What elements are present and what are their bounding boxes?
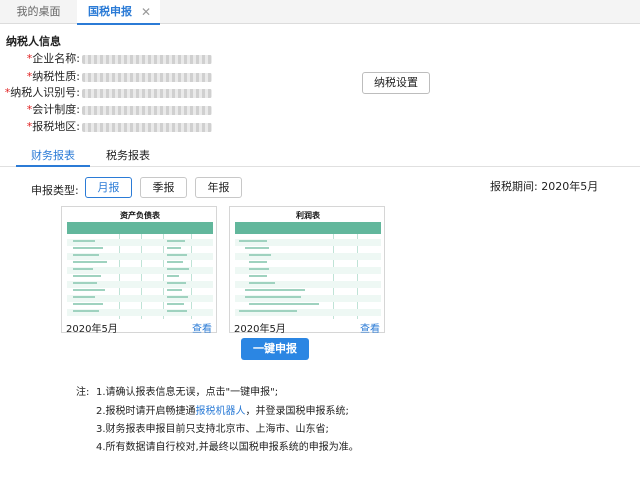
filing-type-label: 申报类型: [31,184,79,197]
field-label: *企业名称: [26,52,80,65]
tax-settings-button[interactable]: 纳税设置 [362,72,430,94]
field-accounting-system: *会计制度: [0,103,240,117]
view-link[interactable]: 查看 [360,320,380,335]
redacted-value [82,73,212,82]
tab-tax-statements[interactable]: 税务报表 [106,147,150,167]
close-icon[interactable]: ✕ [141,0,151,24]
field-tax-nature: *纳税性质: [0,70,240,84]
field-taxpayer-id: *纳税人识别号: [0,86,240,100]
report-title: 利润表 [296,211,320,220]
redacted-value [82,106,212,115]
redacted-value [82,123,212,132]
one-click-filing-button[interactable]: 一键申报 [241,338,309,360]
view-link[interactable]: 查看 [192,320,212,335]
report-card-balance-sheet[interactable]: 资产负债表 2020年5月 查看 [61,206,217,335]
field-label: *纳税性质: [26,70,80,83]
tab-national-tax-filing-label: 国税申报 [88,5,132,18]
quarterly-button[interactable]: 季报 [140,177,187,198]
tab-national-tax-filing[interactable]: 国税申报 ✕ [77,0,160,25]
note-item: 4.所有数据请自行校对,并最终以国税申报系统的申报为准。 [96,442,359,453]
report-period: 报税期间: 2020年5月 [490,180,599,193]
income-statement-thumbnail: 利润表 [235,209,381,319]
tab-my-desktop[interactable]: 我的桌面 [0,0,77,24]
note-item: 2.报税时请开启畅捷通报税机器人，并登录国税申报系统; [96,406,349,417]
report-card-income-statement[interactable]: 利润表 2020年5月 查看 [229,206,385,335]
report-date: 2020年5月 [234,324,286,335]
table-header-bar [235,222,381,234]
table-header-bar [67,222,213,234]
field-label: *报税地区: [26,120,80,133]
redacted-value [82,89,212,98]
taxpayer-info-title: 纳税人信息 [6,35,61,48]
tab-financial-statements[interactable]: 财务报表 [16,147,90,167]
annual-button[interactable]: 年报 [195,177,242,198]
report-tab-bar: 财务报表 税务报表 [0,145,640,167]
report-date: 2020年5月 [66,324,118,335]
notes-label: 注: [76,387,90,398]
monthly-button[interactable]: 月报 [85,177,132,198]
redacted-value [82,55,212,64]
field-tax-region: *报税地区: [0,120,240,134]
top-tab-bar: 我的桌面 国税申报 ✕ [0,0,640,25]
report-title: 资产负债表 [120,211,160,220]
balance-sheet-thumbnail: 资产负债表 [67,209,213,319]
note-item: 3.财务报表申报目前只支持北京市、上海市、山东省; [96,424,329,435]
tax-robot-link[interactable]: 报税机器人 [196,406,246,417]
note-item: 1.请确认报表信息无误，点击"一键申报"; [96,387,279,398]
field-company-name: *企业名称: [0,52,240,66]
field-label: *纳税人识别号: [4,86,80,99]
field-label: *会计制度: [26,103,80,116]
